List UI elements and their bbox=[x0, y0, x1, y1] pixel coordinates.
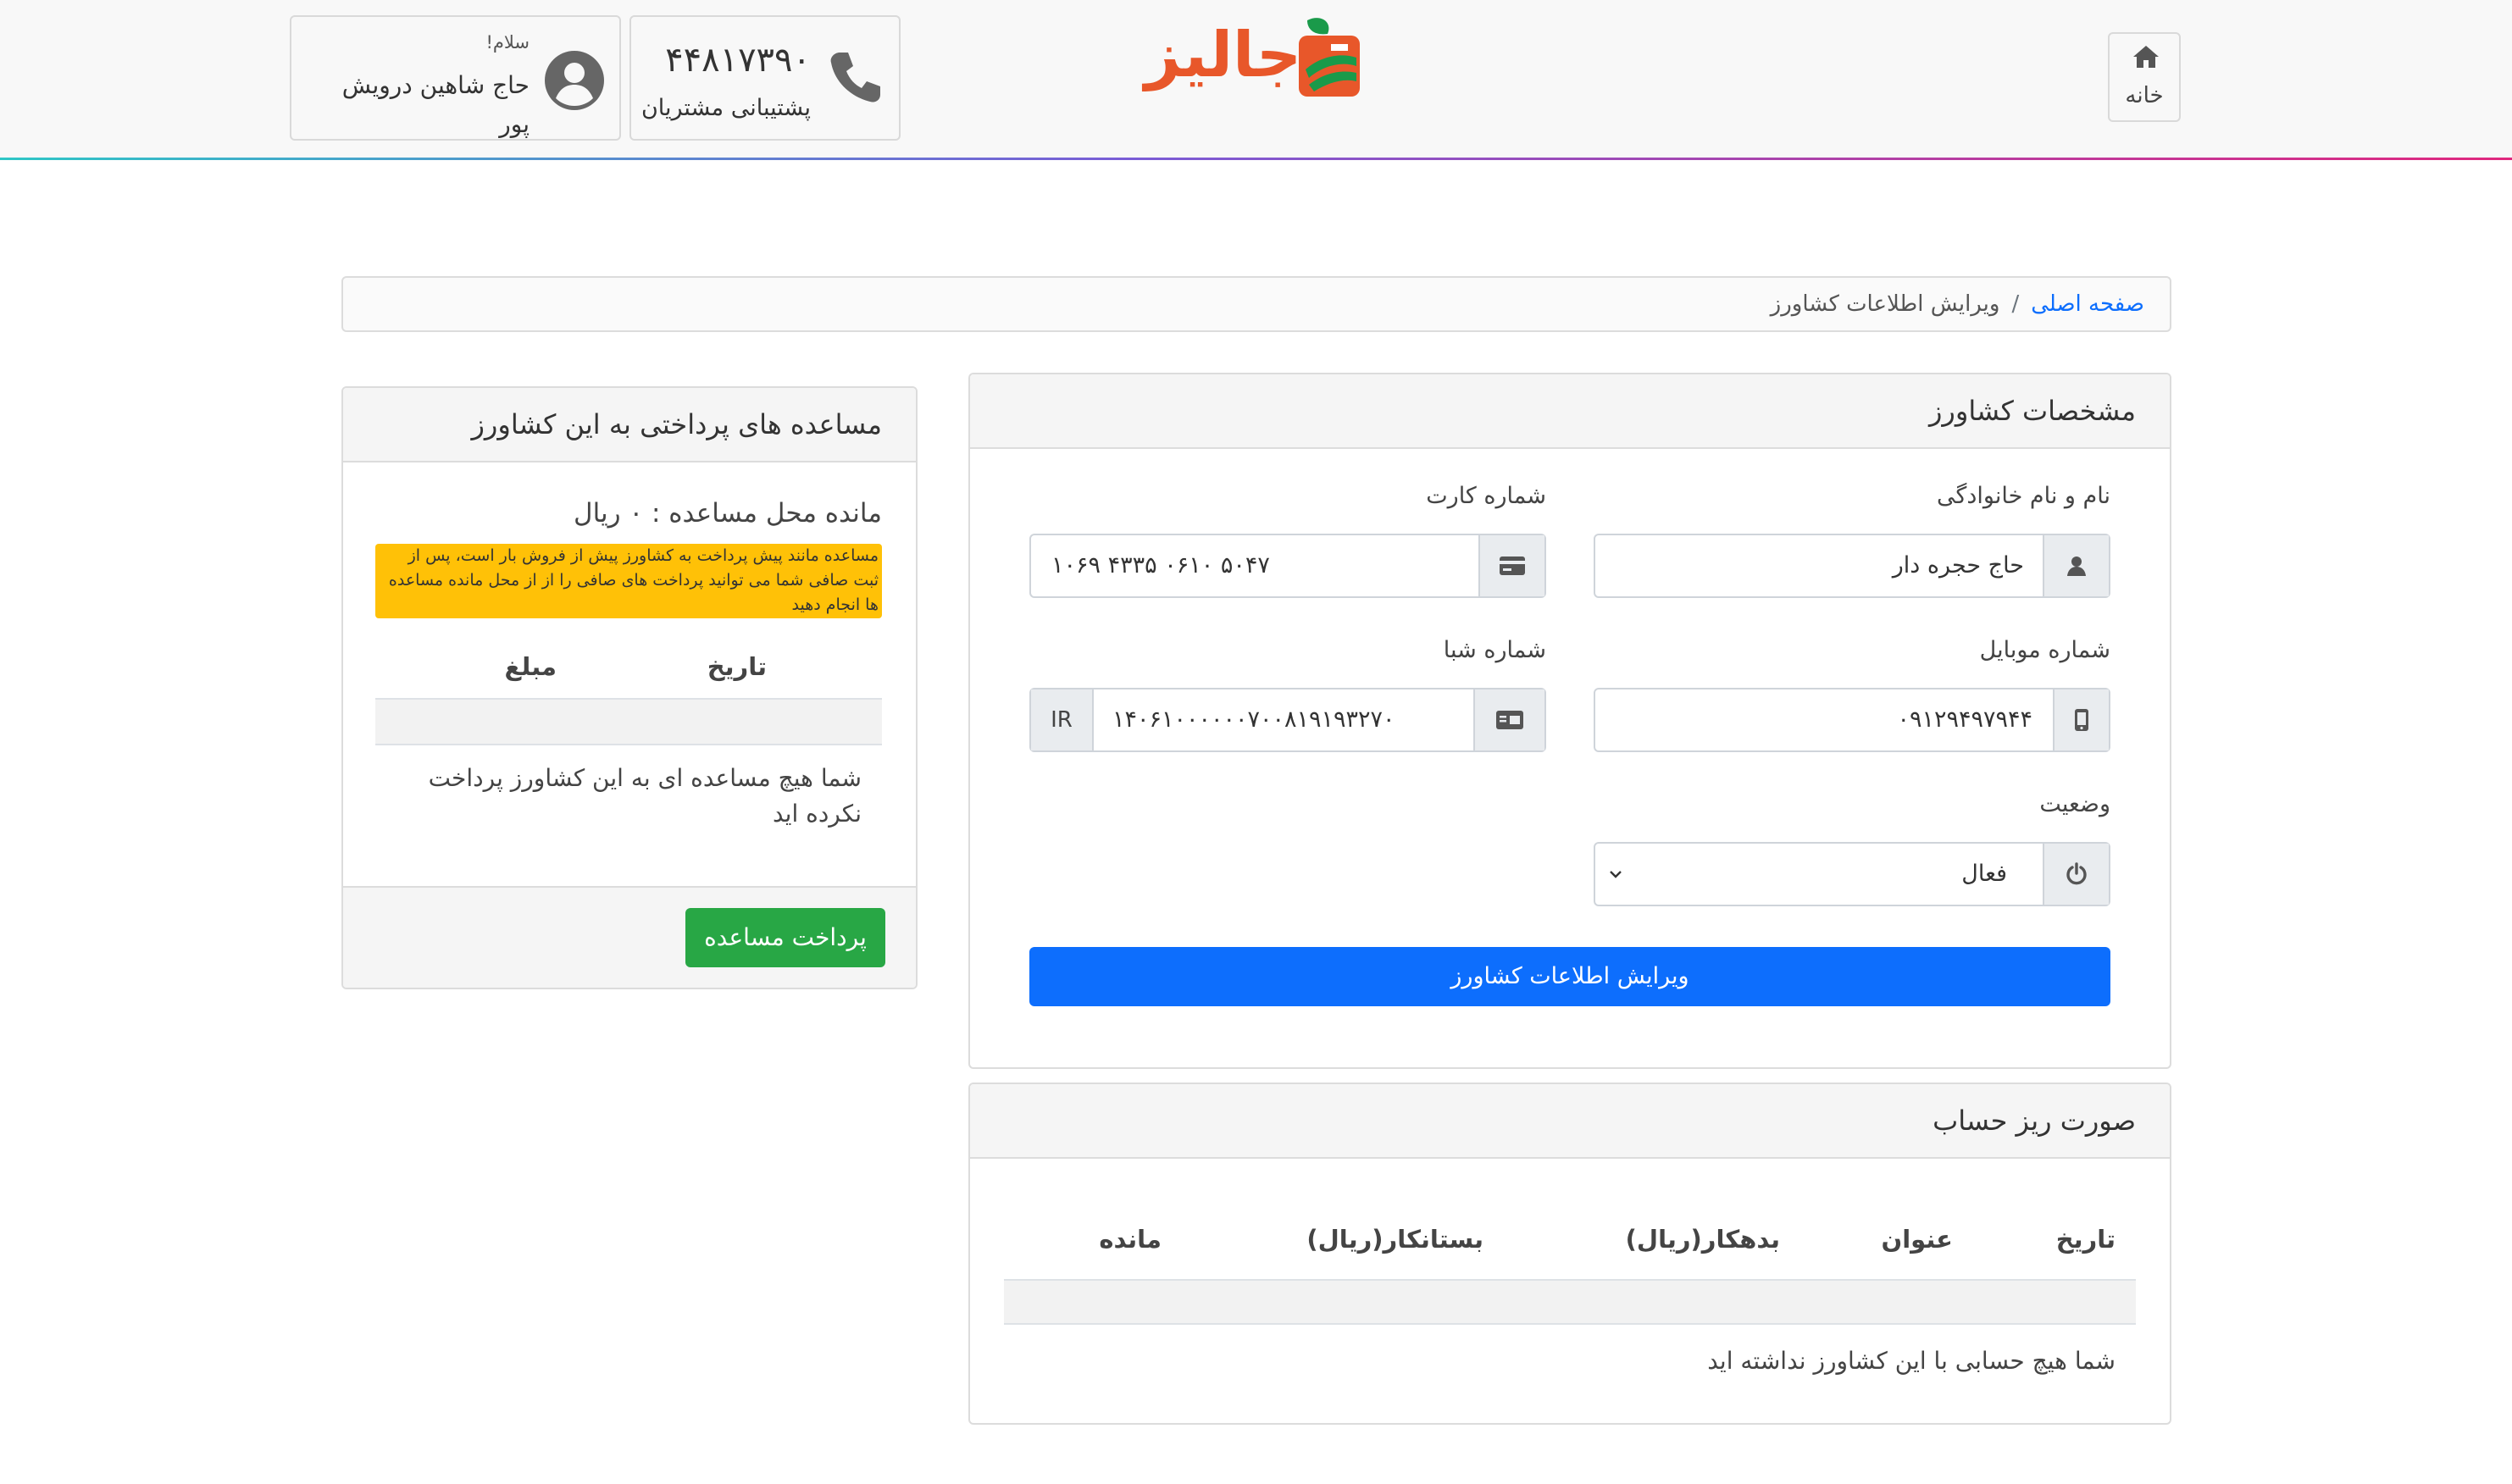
mobile-label: شماره موبایل bbox=[1979, 637, 2110, 663]
mobile-field[interactable]: ۰۹۱۲۹۴۹۷۹۴۴ bbox=[1594, 688, 2110, 752]
home-button[interactable]: خانه bbox=[2108, 32, 2181, 122]
status-select[interactable]: فعال bbox=[1594, 842, 2110, 906]
account-statement-card: صورت ریز حساب تاریخ عنوان بدهکار(ریال) ب… bbox=[968, 1083, 2171, 1425]
advance-balance: مانده محل مساعده : ۰ ریال bbox=[574, 498, 882, 529]
name-field[interactable]: حاج حجره دار bbox=[1594, 534, 2110, 598]
mobile-value: ۰۹۱۲۹۴۹۷۹۴۴ bbox=[1897, 706, 2032, 733]
advance-info-alert: مساعده مانند پیش پرداخت به کشاورز پیش از… bbox=[375, 544, 882, 618]
statement-empty-message: شما هیچ حسابی با این کشاورز نداشته اید bbox=[1707, 1347, 2116, 1375]
app-logo[interactable]: جالیز bbox=[1140, 10, 1377, 112]
top-header: خانه جالیز ۴۴۸۱۷۳۹۰ پشتیبانی مشتریان سلا… bbox=[0, 0, 2512, 159]
statement-table-row bbox=[1004, 1281, 2136, 1325]
chevron-down-icon bbox=[1610, 871, 1622, 878]
support-number: ۴۴۸۱۷۳۹۰ bbox=[665, 41, 811, 80]
pay-advance-button[interactable]: پرداخت مساعده bbox=[685, 908, 885, 967]
home-label: خانه bbox=[2125, 83, 2164, 108]
header-divider bbox=[0, 158, 2512, 160]
status-addon bbox=[2043, 844, 2109, 905]
user-avatar-icon bbox=[545, 51, 604, 110]
sheba-prefix: IR bbox=[1031, 689, 1094, 750]
power-icon bbox=[2066, 862, 2087, 885]
payments-empty-message: شما هیچ مساعده ای به این کشاورز پرداخت ن… bbox=[428, 764, 862, 828]
sheba-label: شماره شبا bbox=[1443, 637, 1546, 663]
support-label: پشتیبانی مشتریان bbox=[640, 95, 811, 121]
edit-farmer-button[interactable]: ویرایش اطلاعات کشاورز bbox=[1029, 947, 2110, 1006]
card-number-value: ۵۰۴۷ ۰۶۱۰ ۴۳۳۵ ۱۰۶۹ bbox=[1051, 552, 1270, 579]
card-number-field[interactable]: ۵۰۴۷ ۰۶۱۰ ۴۳۳۵ ۱۰۶۹ bbox=[1029, 534, 1546, 598]
breadcrumb-home-link[interactable]: صفحه اصلی bbox=[2031, 291, 2144, 317]
sheba-value: ۱۴۰۶۱۰۰۰۰۰۰۷۰۰۸۱۹۱۹۳۲۷۰ bbox=[1112, 706, 1395, 733]
credit-card-icon bbox=[1500, 556, 1525, 575]
status-value: فعال bbox=[1961, 861, 2007, 887]
statement-col-balance: مانده bbox=[1099, 1225, 1162, 1254]
customer-support-box[interactable]: ۴۴۸۱۷۳۹۰ پشتیبانی مشتریان bbox=[629, 15, 901, 141]
mobile-addon bbox=[2053, 689, 2109, 750]
name-addon bbox=[2043, 535, 2109, 596]
home-icon bbox=[2133, 46, 2159, 68]
farmer-details-card: مشخصات کشاورز نام و نام خانوادگی حاج حجر… bbox=[968, 373, 2171, 1069]
user-icon bbox=[2067, 556, 2086, 576]
statement-card-title: صورت ریز حساب bbox=[970, 1084, 2170, 1159]
statement-col-date: تاریخ bbox=[2055, 1225, 2116, 1254]
breadcrumb-current: ویرایش اطلاعات کشاورز bbox=[1770, 291, 2000, 317]
advance-payments-card: مساعده های پرداختی به این کشاورز مانده م… bbox=[341, 386, 918, 989]
payments-table-row bbox=[375, 700, 882, 745]
statement-col-credit: بستانکار(ریال) bbox=[1306, 1225, 1483, 1254]
logo-text: جالیز bbox=[1145, 19, 1302, 91]
statement-col-title: عنوان bbox=[1881, 1225, 1953, 1254]
card-number-addon bbox=[1478, 535, 1544, 596]
statement-col-debit: بدهکار(ریال) bbox=[1625, 1225, 1780, 1254]
name-label: نام و نام خانوادگی bbox=[1937, 483, 2110, 509]
payments-table-header: تاریخ مبلغ bbox=[375, 637, 882, 700]
status-label: وضعیت bbox=[2039, 791, 2110, 817]
breadcrumb-separator: / bbox=[2011, 291, 2020, 317]
id-card-icon bbox=[1496, 711, 1523, 729]
user-greeting: سلام! bbox=[485, 32, 530, 53]
sheba-field[interactable]: IR ۱۴۰۶۱۰۰۰۰۰۰۷۰۰۸۱۹۱۹۳۲۷۰ bbox=[1029, 688, 1546, 752]
payments-card-title: مساعده های پرداختی به این کشاورز bbox=[343, 388, 916, 462]
user-name: حاج شاهین درویش پور bbox=[341, 71, 530, 138]
card-number-label: شماره کارت bbox=[1426, 483, 1546, 509]
payments-col-amount: مبلغ bbox=[504, 652, 557, 681]
phone-icon bbox=[830, 53, 880, 102]
payments-col-date: تاریخ bbox=[707, 652, 767, 681]
farmer-card-title: مشخصات کشاورز bbox=[970, 374, 2170, 449]
statement-table-header: تاریخ عنوان بدهکار(ریال) بستانکار(ریال) … bbox=[1004, 1203, 2136, 1281]
sheba-addon bbox=[1473, 689, 1544, 750]
user-profile-box[interactable]: سلام! حاج شاهین درویش پور bbox=[290, 15, 621, 141]
name-value: حاج حجره دار bbox=[1892, 552, 2024, 579]
breadcrumb: صفحه اصلی / ویرایش اطلاعات کشاورز bbox=[341, 276, 2171, 332]
mobile-phone-icon bbox=[2075, 709, 2088, 731]
